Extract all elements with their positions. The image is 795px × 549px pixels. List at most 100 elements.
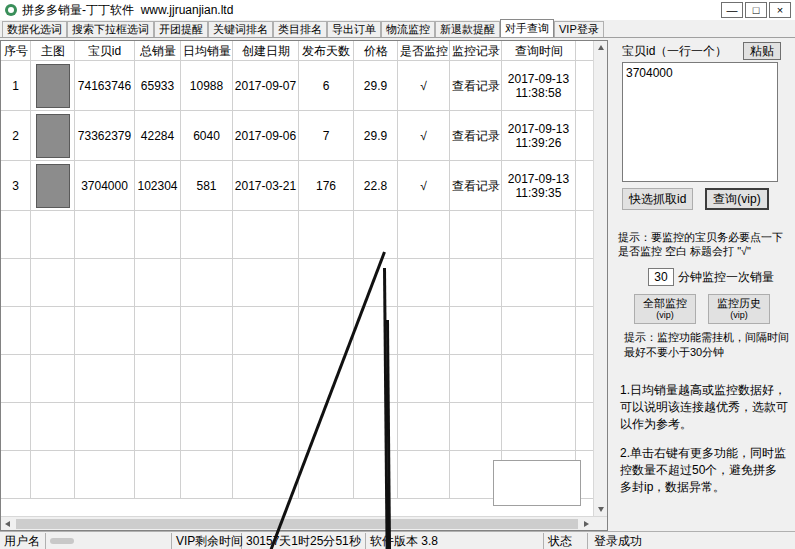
left-arrow-icon [4, 520, 12, 528]
table-cell: 7 [299, 111, 354, 161]
monitor-all-button[interactable]: 全部监控(vip) [634, 294, 696, 324]
state: 登录成功 [588, 533, 795, 549]
table-cell: 581 [181, 161, 233, 211]
table-cell: 10988 [181, 61, 233, 111]
table-cell: 2017-09-06 [233, 111, 299, 161]
vip-label: VIP剩余时间 [172, 533, 242, 549]
table-cell: 29.9 [354, 111, 398, 161]
table-cell: 2017-09-13 11:38:58 [502, 61, 576, 111]
annotation-arrow-icon [0, 252, 384, 549]
table-cell: 74163746 [75, 61, 135, 111]
empty-row [1, 403, 593, 451]
state-label: 状态 [544, 533, 588, 549]
annotation-arrow-icon [387, 320, 399, 549]
scroll-down-button[interactable] [594, 502, 607, 516]
empty-row [1, 259, 593, 307]
table-row[interactable]: 337040001023045812017-03-2117622.8√查看记录2… [1, 161, 593, 211]
scroll-left-button[interactable] [1, 517, 15, 531]
version: 软件版本 3.8 [366, 533, 544, 549]
table-cell: 6040 [181, 111, 233, 161]
table-cell: 查看记录 [450, 161, 502, 211]
close-button[interactable]: × [769, 2, 791, 18]
column-header[interactable]: 是否监控 [398, 41, 450, 61]
tab[interactable]: 新退款提醒 [435, 21, 500, 37]
column-header[interactable]: 总销量 [135, 41, 181, 61]
table-cell: 2017-09-13 11:39:26 [502, 111, 576, 161]
table-cell: 42284 [135, 111, 181, 161]
column-header[interactable]: 序号 [1, 41, 31, 61]
tab-bar: 数据化选词搜索下拉框选词开团提醒关键词排名类目排名导出订单物流监控新退款提醒对手… [0, 20, 795, 38]
table-cell: √ [398, 61, 450, 111]
monitor-tip: 提示：要监控的宝贝务必要点一下 是否监控 空白 标题会打 "√" [616, 230, 789, 258]
table-row[interactable]: 17416374665933109882017-09-07629.9√查看记录2… [1, 61, 593, 111]
annotation-arrow-icon [385, 268, 398, 549]
table-cell: 73362379 [75, 111, 135, 161]
window-title: 拼多多销量-丁丁软件 www.jjruanjian.ltd [22, 1, 233, 19]
table-cell: 102304 [135, 161, 181, 211]
image-cell [31, 111, 75, 161]
interval-unit: 分钟监控一次销量 [678, 268, 774, 286]
note: 1.日均销量越高或监控数据好，可以说明该连接越优秀，选款可以作为参考。 [616, 382, 789, 433]
table-cell: 2017-09-13 11:39:35 [502, 161, 576, 211]
paste-button[interactable]: 粘贴 [743, 42, 781, 60]
tab[interactable]: 对手查询 [500, 19, 554, 37]
column-header[interactable]: 价格 [354, 41, 398, 61]
table-cell: 176 [299, 161, 354, 211]
scroll-thumb[interactable] [16, 519, 578, 529]
fetch-id-button[interactable]: 快选抓取id [622, 188, 693, 210]
results-table: 序号主图宝贝id总销量日均销量创建日期发布天数价格是否监控监控记录查询时间174… [0, 40, 608, 531]
tab[interactable]: 搜索下拉框选词 [67, 21, 154, 37]
column-header[interactable]: 监控记录 [450, 41, 502, 61]
column-header[interactable]: 查询时间 [502, 41, 576, 61]
monitor-history-button[interactable]: 监控历史(vip) [708, 294, 770, 324]
column-header[interactable]: 主图 [31, 41, 75, 61]
tab[interactable]: 类目排名 [273, 21, 327, 37]
id-textarea[interactable]: 3704000 [622, 62, 778, 182]
tab[interactable]: VIP登录 [554, 21, 604, 37]
empty-row [1, 211, 593, 259]
table-cell: √ [398, 161, 450, 211]
tab[interactable]: 导出订单 [327, 21, 381, 37]
minimize-button[interactable]: — [721, 2, 743, 18]
product-image [36, 64, 70, 108]
tab[interactable]: 开团提醒 [154, 21, 208, 37]
table-grid: 序号主图宝贝id总销量日均销量创建日期发布天数价格是否监控监控记录查询时间174… [1, 41, 593, 516]
id-label: 宝贝id（一行一个） [622, 42, 727, 60]
product-image [36, 164, 70, 208]
table-cell: 查看记录 [450, 111, 502, 161]
table-cell: 29.9 [354, 61, 398, 111]
blank-box [493, 460, 581, 506]
main-area: 序号主图宝贝id总销量日均销量创建日期发布天数价格是否监控监控记录查询时间174… [0, 38, 795, 531]
tab[interactable]: 关键词排名 [208, 21, 273, 37]
table-cell: 2 [1, 111, 31, 161]
column-header[interactable]: 发布天数 [299, 41, 354, 61]
tab[interactable]: 物流监控 [381, 21, 435, 37]
column-header[interactable]: 宝贝id [75, 41, 135, 61]
annotation-overlay [0, 0, 795, 549]
scroll-right-button[interactable] [579, 517, 593, 531]
vip-time: 30157天1时25分51秒 [242, 533, 366, 549]
empty-row [1, 307, 593, 355]
user-name [46, 533, 172, 549]
app-icon [4, 3, 18, 17]
interval-tip: 提示：监控功能需挂机，间隔时间最好不要小于30分钟 [616, 330, 789, 360]
product-image [36, 114, 70, 158]
table-cell: 65933 [135, 61, 181, 111]
column-header[interactable]: 创建日期 [233, 41, 299, 61]
interval-input[interactable] [648, 268, 674, 286]
column-header[interactable]: 日均销量 [181, 41, 233, 61]
scroll-up-button[interactable] [594, 41, 607, 55]
interval-row: 分钟监控一次销量 [616, 268, 789, 286]
maximize-button[interactable]: □ [745, 2, 767, 18]
horizontal-scrollbar[interactable] [1, 516, 607, 530]
vertical-scrollbar[interactable] [593, 41, 607, 516]
table-cell: 3704000 [75, 161, 135, 211]
table-row[interactable]: 2733623794228460402017-09-06729.9√查看记录20… [1, 111, 593, 161]
tab[interactable]: 数据化选词 [2, 21, 67, 37]
note: 2.单击右键有更多功能，同时监控数量不超过50个，避免拼多多封ip，数据异常。 [616, 445, 789, 496]
empty-row [1, 355, 593, 403]
table-cell: 3 [1, 161, 31, 211]
query-button[interactable]: 查询(vip) [705, 188, 768, 210]
image-cell [31, 61, 75, 111]
table-header: 序号主图宝贝id总销量日均销量创建日期发布天数价格是否监控监控记录查询时间 [1, 41, 593, 61]
